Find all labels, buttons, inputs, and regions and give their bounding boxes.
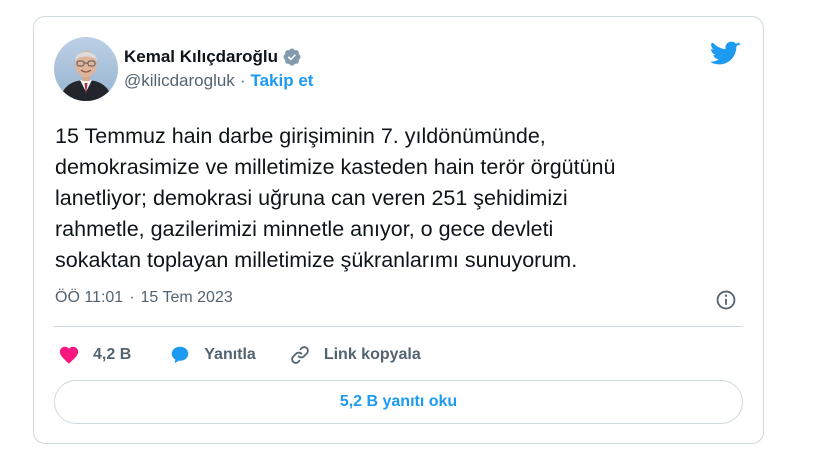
tweet-time[interactable]: ÖÖ 11:01 bbox=[55, 289, 123, 307]
author-info: Kemal Kılıçdaroğlu @kilicdarogluk · Taki… bbox=[124, 47, 313, 91]
avatar[interactable] bbox=[54, 37, 118, 101]
twitter-bird-icon[interactable] bbox=[711, 41, 741, 67]
follow-button[interactable]: Takip et bbox=[250, 71, 313, 91]
tweet-embed-card: Kemal Kılıçdaroğlu @kilicdarogluk · Taki… bbox=[33, 16, 764, 444]
handle-separator: · bbox=[239, 71, 246, 90]
tweet-text: 15 Temmuz hain darbe girişiminin 7. yıld… bbox=[55, 124, 616, 272]
tweet-header: Kemal Kılıçdaroğlu @kilicdarogluk · Taki… bbox=[54, 37, 313, 101]
reply-label: Yanıtla bbox=[204, 346, 256, 363]
author-handle[interactable]: @kilicdarogluk bbox=[124, 71, 235, 91]
tweet-date[interactable]: 15 Tem 2023 bbox=[141, 289, 233, 307]
divider bbox=[54, 326, 743, 327]
like-button[interactable]: 4,2 B bbox=[58, 344, 131, 366]
copy-link-button[interactable]: Link kopyala bbox=[289, 344, 421, 366]
read-replies-button[interactable]: 5,2 B yanıtı oku bbox=[54, 380, 743, 424]
copy-link-label: Link kopyala bbox=[323, 346, 421, 363]
timestamp-separator: · bbox=[129, 289, 135, 306]
heart-icon bbox=[59, 346, 79, 364]
avatar-portrait bbox=[60, 51, 112, 101]
verified-badge-icon bbox=[283, 48, 301, 66]
tweet-actions: 4,2 B Yanıtla Link kopyala bbox=[58, 343, 421, 367]
like-count: 4,2 B bbox=[93, 346, 132, 363]
tweet-timestamp[interactable]: ÖÖ 11:01 · 15 Tem 2023 bbox=[55, 289, 233, 307]
author-display-name[interactable]: Kemal Kılıçdaroğlu bbox=[124, 47, 278, 67]
info-icon[interactable] bbox=[715, 289, 737, 311]
reply-button[interactable]: Yanıtla bbox=[169, 344, 256, 366]
link-icon bbox=[291, 346, 309, 364]
speech-bubble-icon bbox=[172, 346, 189, 364]
